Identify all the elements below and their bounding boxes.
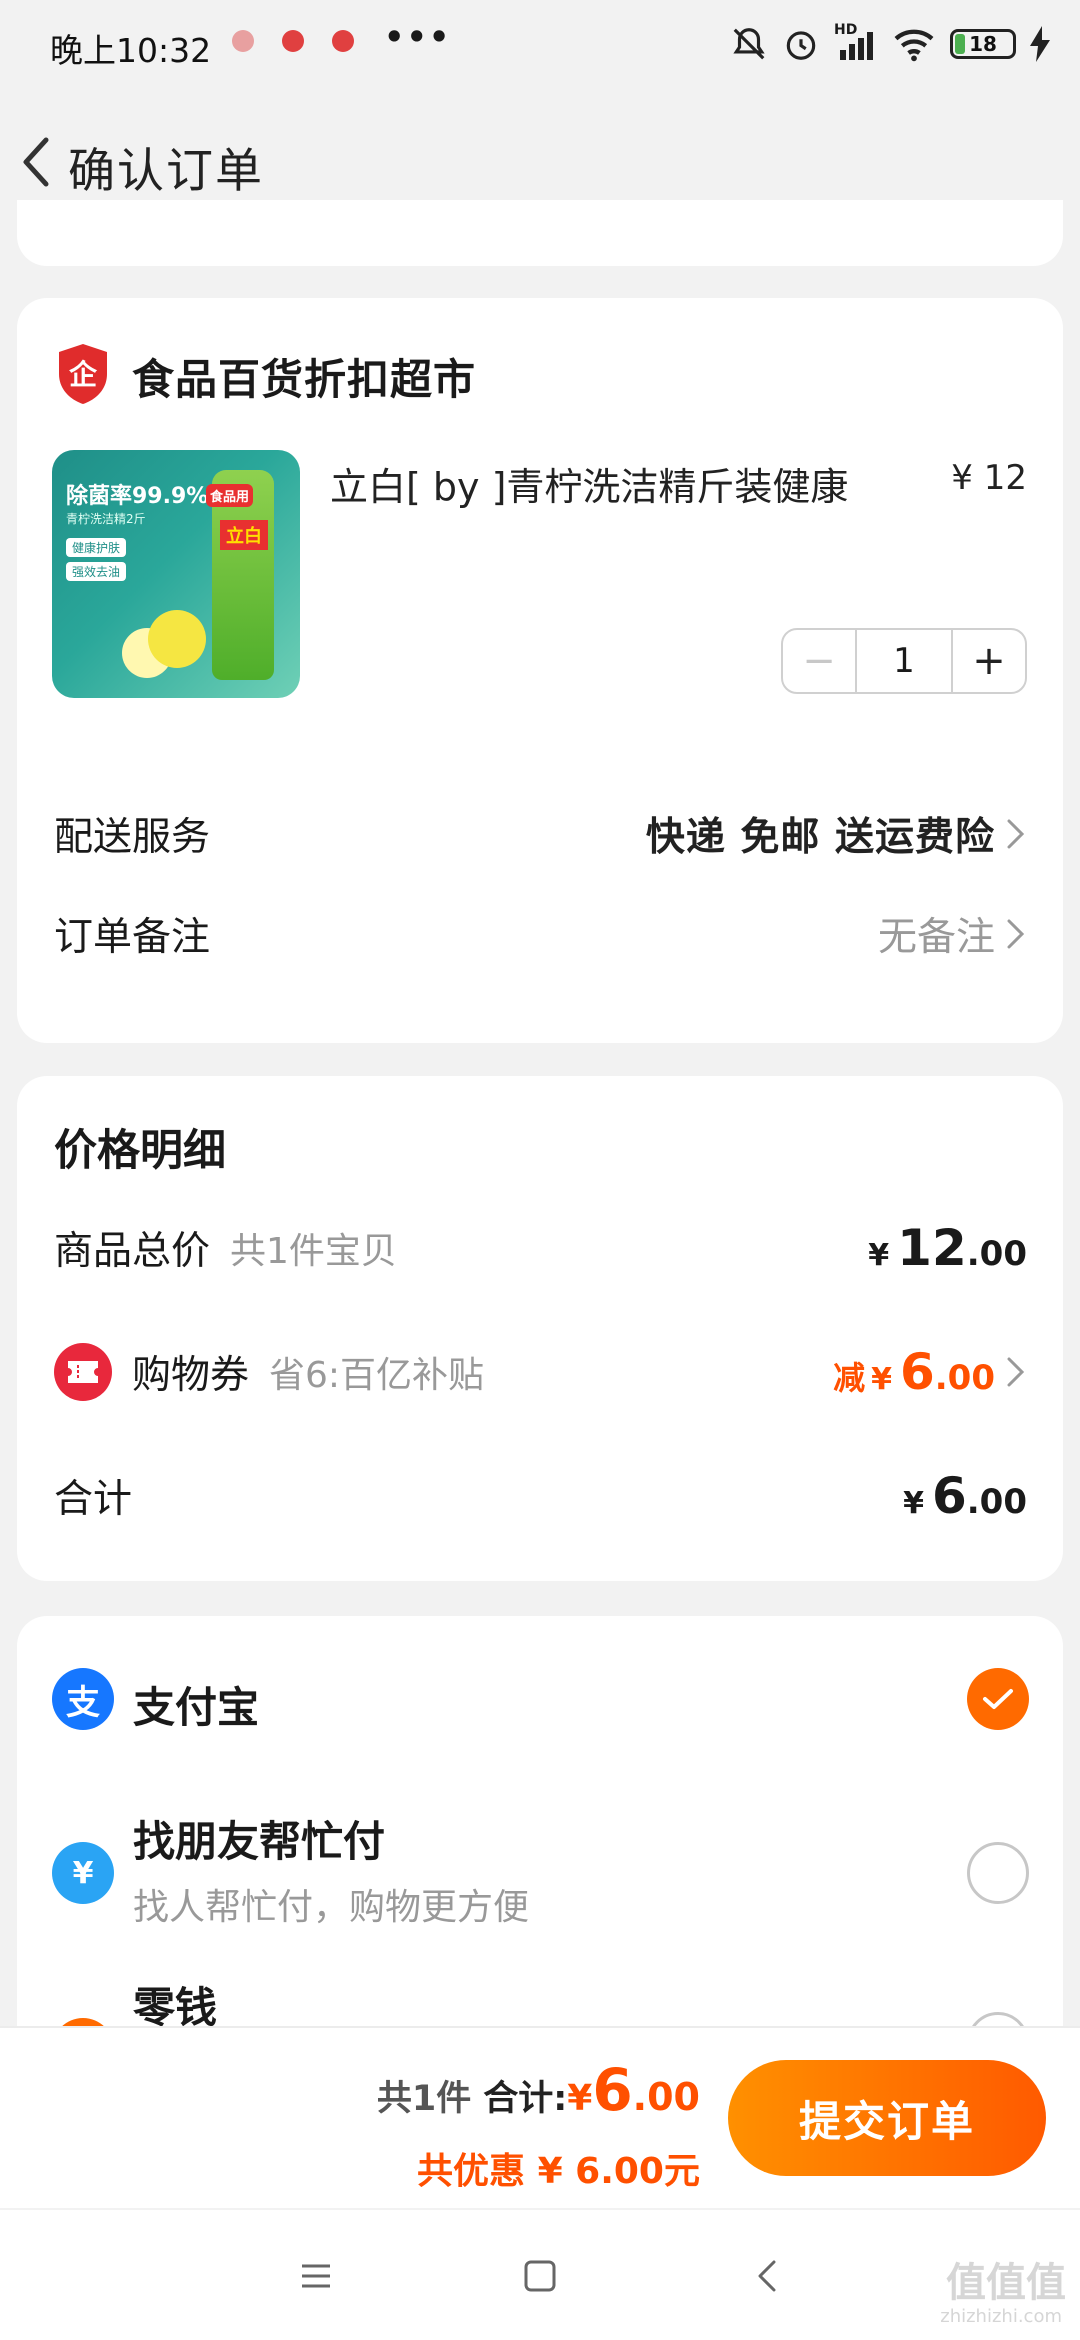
system-nav-bar <box>0 2210 1080 2340</box>
currency-symbol: ¥ <box>567 2078 593 2119</box>
amount-decimal: .00 <box>632 2075 700 2119</box>
goods-total-amount: ¥12.00 <box>868 1219 1027 1277</box>
watermark-logo: 值值值 <box>946 2260 1066 2306</box>
currency-symbol: ¥ <box>871 1362 892 1397</box>
product-image-headline: 除菌率99.9% <box>66 484 209 509</box>
payment-card: 支 支付宝 ¥ 找朋友帮忙付 找人帮忙付，购物更方便 零钱 <box>17 1616 1063 2046</box>
delivery-row[interactable]: 配送服务 快递 免邮 送运费险 <box>54 804 1027 864</box>
product-image-tag: 健康护肤 <box>66 538 127 557</box>
back-nav-icon[interactable] <box>746 2254 790 2298</box>
total-amount: ¥6.00 <box>903 1467 1027 1525</box>
friend-pay-radio[interactable] <box>967 1842 1029 1904</box>
remark-row[interactable]: 订单备注 无备注 <box>54 904 1027 964</box>
product-image[interactable]: 除菌率99.9% 青柠洗洁精2斤 健康护肤 强效去油 食品用 立白 <box>52 450 300 698</box>
amount-integer: 6 <box>931 1467 967 1525</box>
coupon-label: 购物券 <box>132 1353 250 1398</box>
nav-header: 确认订单 <box>0 110 1080 214</box>
remark-label: 订单备注 <box>54 915 211 960</box>
alipay-icon-char: 支 <box>66 1682 100 1723</box>
battery-level: 18 <box>969 32 997 56</box>
goods-total-label: 商品总价 <box>54 1229 211 1274</box>
notification-icon <box>232 30 254 52</box>
alipay-radio[interactable] <box>967 1668 1029 1730</box>
price-detail-title: 价格明细 <box>54 1126 226 1176</box>
quantity-value[interactable]: 1 <box>855 630 953 692</box>
goods-total-row: 商品总价 共1件宝贝 ¥12.00 <box>54 1218 1027 1278</box>
item-count: 共1件 <box>376 2079 472 2119</box>
total-row: 合计 ¥6.00 <box>54 1466 1027 1526</box>
shop-name[interactable]: 食品百货折扣超市 <box>132 346 476 407</box>
delivery-label: 配送服务 <box>54 815 211 860</box>
total-saving: 共优惠 ¥ 6.00元 <box>417 2151 700 2192</box>
product-image-tag: 强效去油 <box>66 562 127 581</box>
shop-badge-icon: 企 <box>59 344 107 404</box>
coupon-discount-amount: 减 ¥6.00 <box>833 1343 995 1401</box>
alipay-option[interactable]: 支 支付宝 <box>17 1616 1063 1786</box>
product-price: ¥ 12 <box>951 458 1027 498</box>
wifi-icon <box>894 29 934 62</box>
total-label: 合计: <box>483 2079 568 2119</box>
address-card[interactable] <box>17 200 1063 266</box>
checkout-bar: 共1件 合计: ¥6.00 共优惠 ¥ 6.00元 提交订单 <box>0 2026 1080 2208</box>
currency-symbol: ¥ <box>868 1238 890 1273</box>
lemon-illustration <box>148 610 206 668</box>
total-label: 合计 <box>54 1477 133 1522</box>
checkmark-icon <box>983 1689 1013 1709</box>
notification-icon <box>332 30 354 52</box>
friend-pay-icon: ¥ <box>52 1842 114 1904</box>
friend-pay-option[interactable]: ¥ 找朋友帮忙付 找人帮忙付，购物更方便 <box>17 1786 1063 1956</box>
chevron-right-icon <box>1007 919 1025 949</box>
more-notifications-icon: ••• <box>384 18 452 56</box>
product-title[interactable]: 立白[ by ]青柠洗洁精斤装健康 <box>330 456 848 511</box>
quantity-stepper: − 1 + <box>781 628 1027 694</box>
decrease-quantity-button[interactable]: − <box>783 630 855 692</box>
submit-order-button[interactable]: 提交订单 <box>728 2060 1046 2176</box>
discount-prefix: 减 <box>833 1359 866 1397</box>
friend-pay-description: 找人帮忙付，购物更方便 <box>133 1887 530 1928</box>
coupon-row[interactable]: 购物券 省6:百亿补贴 减 ¥6.00 <box>54 1342 1027 1402</box>
amount-decimal: .00 <box>966 1234 1027 1274</box>
price-detail-card: 价格明细 商品总价 共1件宝贝 ¥12.00 购物券 省6:百亿补贴 减 ¥6.0… <box>17 1076 1063 1581</box>
shop-badge-char: 企 <box>69 358 98 391</box>
product-image-brand: 立白 <box>220 520 268 550</box>
checkout-summary: 共1件 合计: ¥6.00 <box>377 2056 700 2124</box>
back-icon[interactable] <box>10 130 66 194</box>
friend-pay-label: 找朋友帮忙付 <box>133 1817 386 1866</box>
alipay-icon: 支 <box>52 1668 114 1730</box>
coupon-icon <box>54 1343 112 1401</box>
chevron-right-icon <box>1007 1357 1025 1387</box>
increase-quantity-button[interactable]: + <box>953 630 1025 692</box>
status-bar: 晚上10:32 ••• HD 18 <box>0 0 1080 92</box>
silent-icon <box>733 28 765 60</box>
home-icon[interactable] <box>518 2254 562 2298</box>
amount-integer: 6 <box>592 2056 633 2124</box>
currency-symbol: ¥ <box>903 1486 924 1521</box>
amount-decimal: .00 <box>966 1482 1027 1522</box>
watermark-url: zhizhizhi.com <box>940 2306 1062 2327</box>
product-image-badge: 食品用 <box>206 484 254 507</box>
amount-decimal: .00 <box>934 1358 995 1398</box>
charging-icon <box>1030 26 1050 62</box>
product-bottle: 食品用 立白 <box>206 470 274 680</box>
chevron-right-icon <box>1007 819 1025 849</box>
product-image-subline: 青柠洗洁精2斤 <box>66 512 146 526</box>
alarm-icon <box>786 31 816 60</box>
amount-integer: 12 <box>897 1219 967 1277</box>
amount-integer: 6 <box>899 1343 935 1401</box>
checkout-total: ¥6.00 <box>567 2056 700 2124</box>
notification-icon <box>282 30 304 52</box>
status-time: 晚上10:32 <box>50 31 212 70</box>
coupon-description: 省6:百亿补贴 <box>269 1355 485 1396</box>
alipay-label: 支付宝 <box>133 1683 260 1732</box>
goods-count: 共1件宝贝 <box>230 1231 397 1272</box>
menu-icon[interactable] <box>294 2254 338 2298</box>
remark-value: 无备注 <box>877 915 995 960</box>
signal-icon: HD <box>834 22 878 62</box>
shop-card: 企 食品百货折扣超市 除菌率99.9% 青柠洗洁精2斤 健康护肤 强效去油 食品… <box>17 298 1063 1043</box>
page-title: 确认订单 <box>68 144 264 199</box>
battery-icon: 18 <box>950 29 1016 59</box>
friend-pay-icon-char: ¥ <box>72 1855 94 1891</box>
delivery-value: 快递 免邮 送运费险 <box>645 815 995 860</box>
status-icons: HD 18 <box>730 22 1050 64</box>
